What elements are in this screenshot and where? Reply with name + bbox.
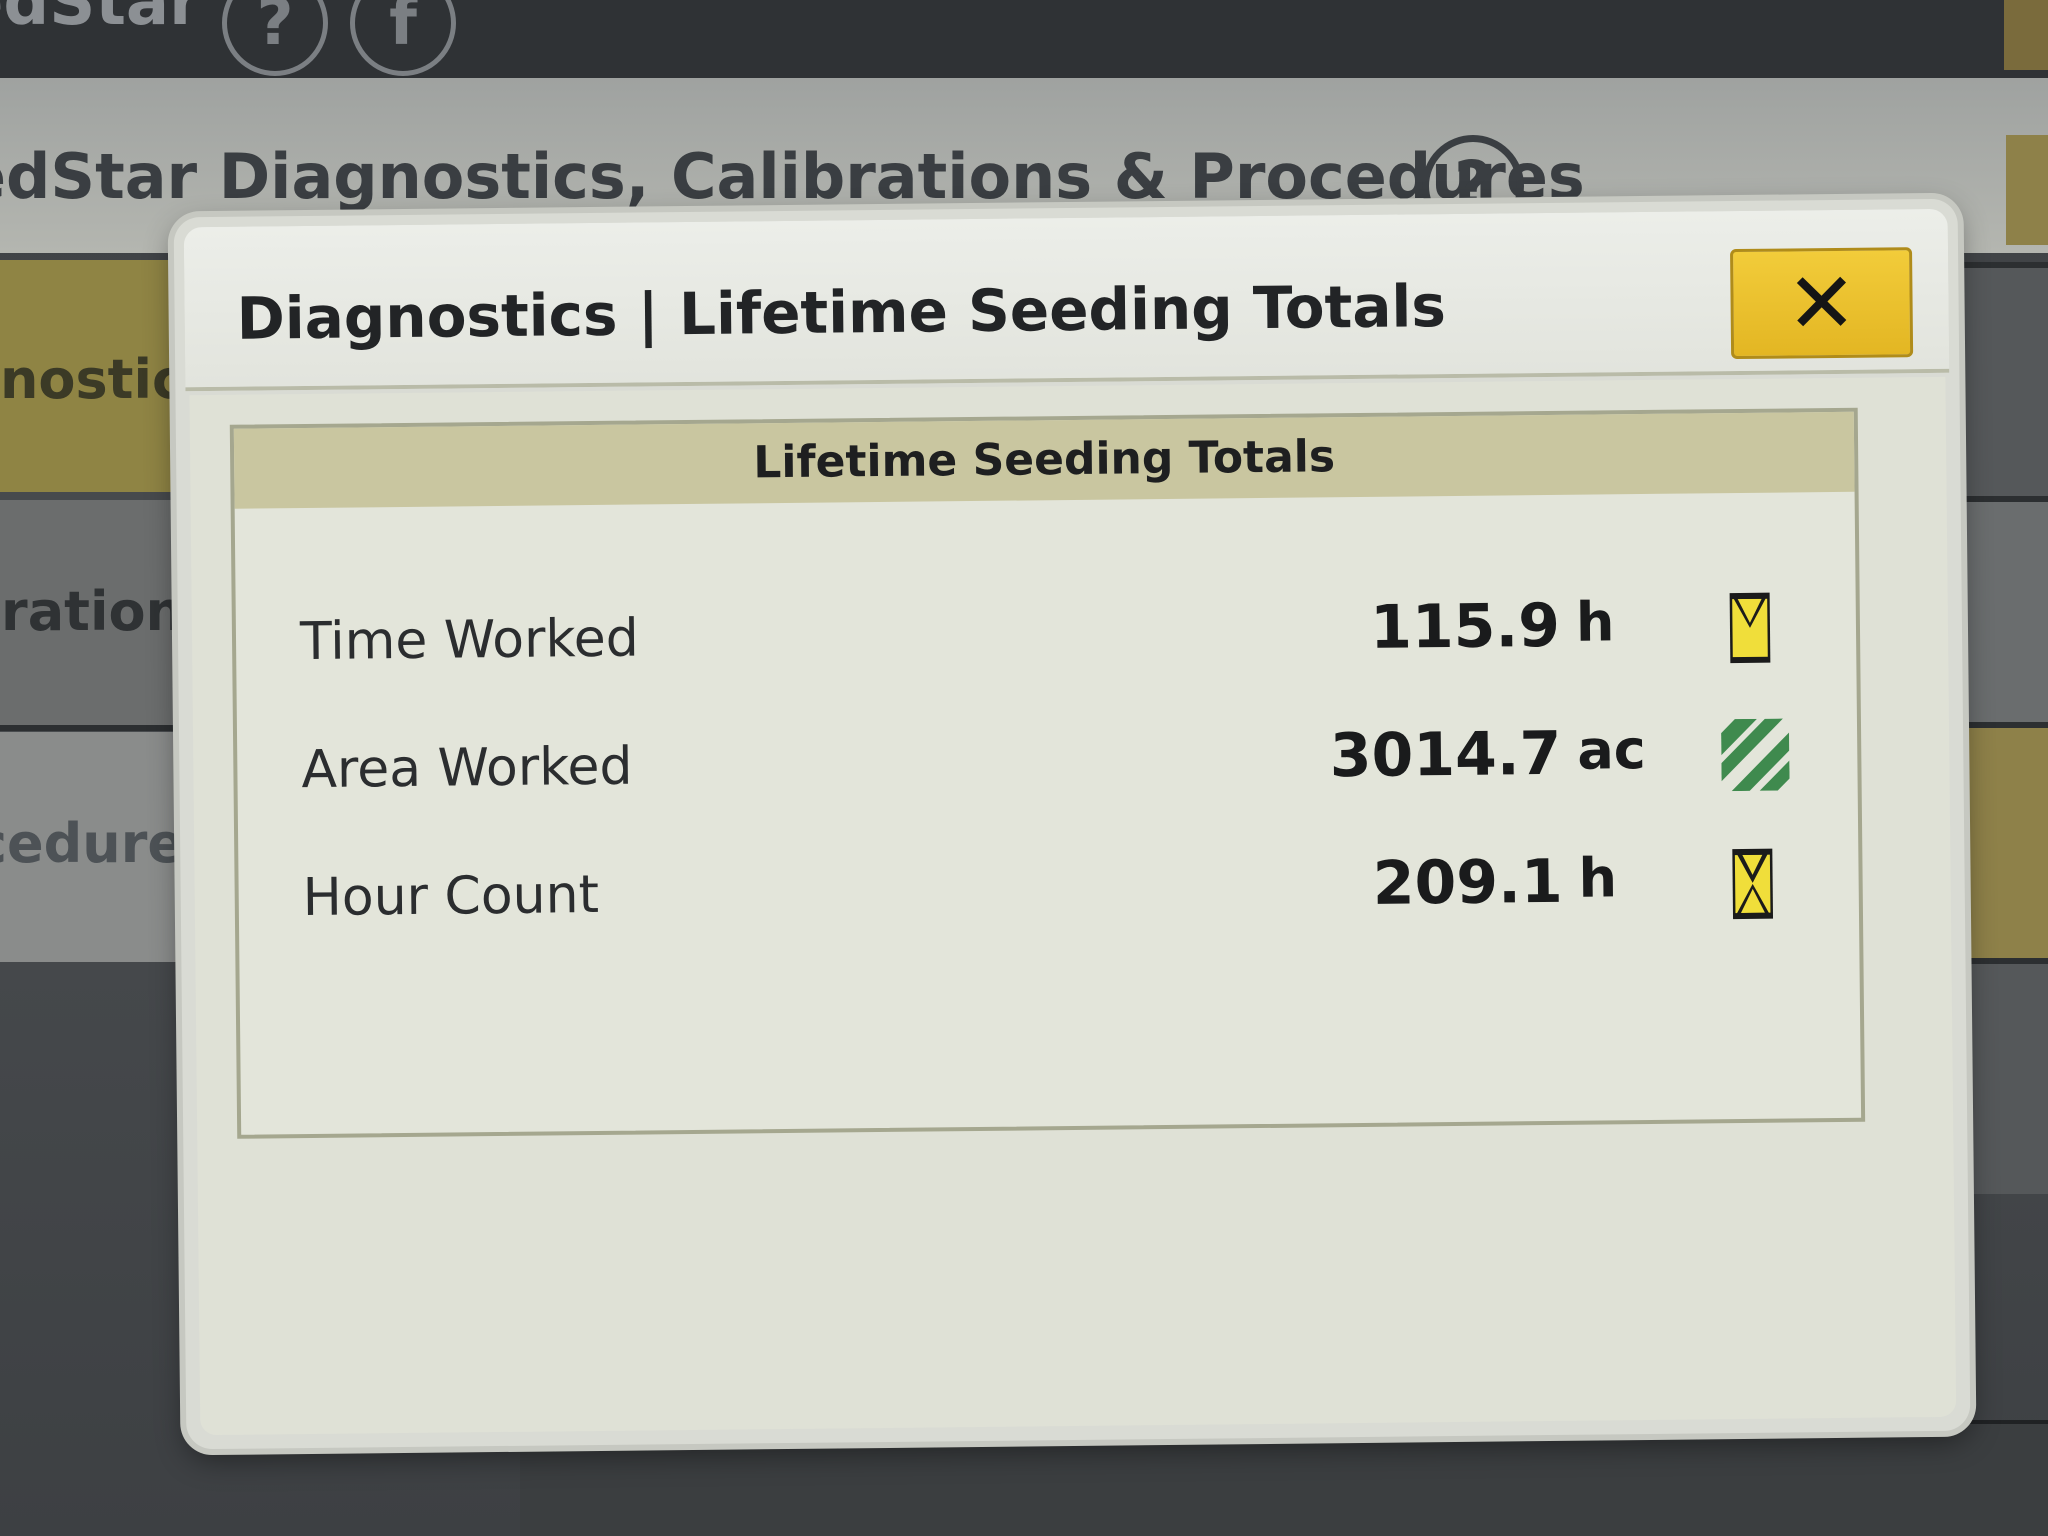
row-label: Area Worked: [301, 736, 633, 801]
nav-item-label: gnostic: [0, 348, 184, 411]
top-bar: edStar ? f: [0, 0, 2048, 78]
row-unit: h: [1575, 590, 1615, 654]
info-icon[interactable]: f: [350, 0, 456, 76]
right-tab[interactable]: [2006, 135, 2048, 245]
help-icon[interactable]: ?: [222, 0, 328, 76]
dialog-header: Diagnostics | Lifetime Seeding Totals ✕: [183, 208, 1950, 392]
totals-panel: Lifetime Seeding Totals Time Worked 115.…: [229, 407, 1866, 1139]
display-screen: edStar ? f edStar Diagnostics, Calibrati…: [0, 0, 2048, 1536]
row-unit: h: [1578, 846, 1618, 910]
totals-row-time-worked: Time Worked 115.9 h: [235, 572, 1856, 699]
close-icon: ✕: [1785, 253, 1858, 353]
row-label: Time Worked: [299, 608, 639, 673]
totals-row-hour-count: Hour Count 209.1 h: [238, 828, 1859, 955]
page-title: edStar Diagnostics, Calibrations & Proce…: [0, 140, 1585, 213]
hourglass-icon: [1732, 848, 1774, 920]
row-unit: ac: [1576, 717, 1647, 782]
row-value: 209.1: [1372, 846, 1563, 919]
corner-indicator: [2004, 0, 2048, 70]
hourglass-icon: [1729, 592, 1771, 664]
row-value: 115.9: [1369, 590, 1561, 663]
row-value: 3014.7: [1329, 718, 1562, 792]
area-hatch-icon: [1720, 718, 1790, 792]
dialog-title: Diagnostics | Lifetime Seeding Totals: [236, 272, 1447, 353]
panel-header: Lifetime Seeding Totals: [233, 411, 1855, 509]
lifetime-totals-dialog: Diagnostics | Lifetime Seeding Totals ✕ …: [173, 198, 1971, 1450]
nav-item-label: bration: [0, 580, 184, 643]
nav-item-calibrations[interactable]: bration: [0, 500, 190, 731]
app-title: edStar: [0, 0, 201, 40]
totals-row-area-worked: Area Worked 3014.7 ac: [237, 700, 1858, 827]
nav-item-label: cedure: [0, 812, 184, 875]
nav-item-procedures[interactable]: cedure: [0, 732, 190, 962]
row-label: Hour Count: [302, 864, 600, 929]
dialog-body: Lifetime Seeding Totals Time Worked 115.…: [189, 376, 1957, 1436]
nav-item-diagnostics[interactable]: gnostic: [0, 260, 190, 492]
close-button[interactable]: ✕: [1730, 247, 1914, 360]
